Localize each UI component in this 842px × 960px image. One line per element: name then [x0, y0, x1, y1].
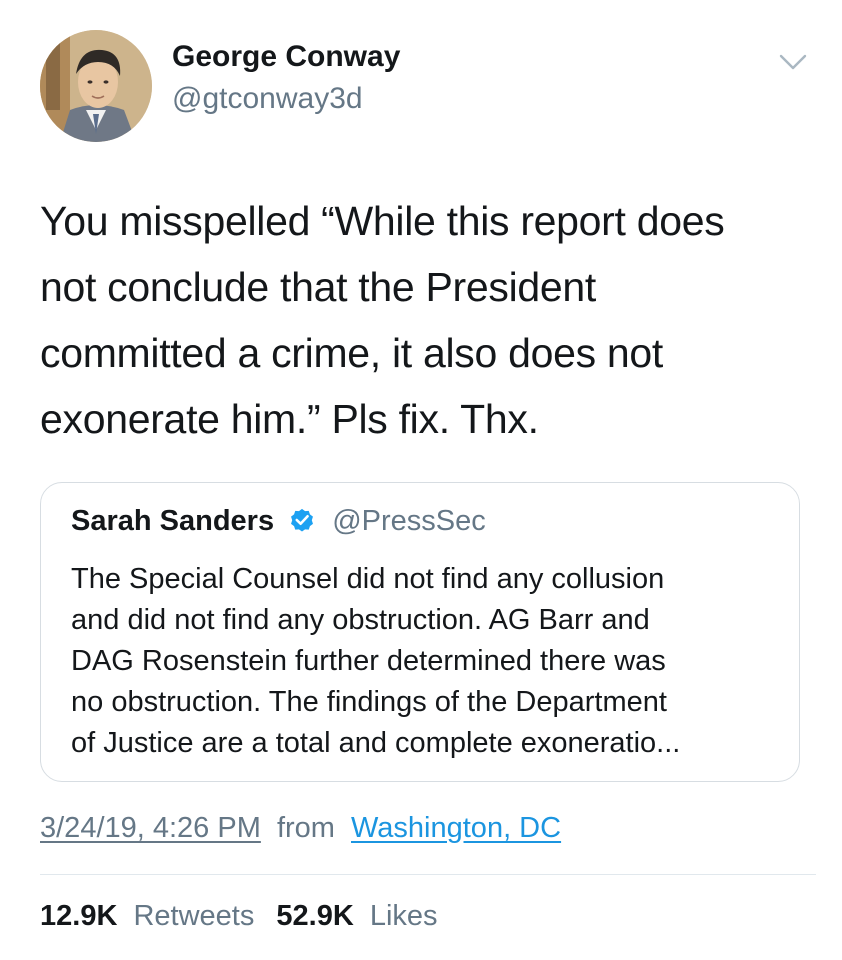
retweets-label: Retweets	[133, 900, 255, 932]
quoted-text-line: and did not find any obstruction. AG Bar…	[71, 604, 650, 636]
tweet-text: You misspelled “While this report does n…	[40, 188, 820, 452]
tweet-stats: 12.9K Retweets 52.9K Likes	[40, 900, 452, 933]
quoted-text-line: of Justice are a total and complete exon…	[71, 727, 681, 759]
quoted-text-line: The Special Counsel did not find any col…	[71, 563, 665, 595]
quoted-text-line: no obstruction. The findings of the Depa…	[71, 686, 667, 718]
likes-count: 52.9K	[276, 900, 354, 932]
divider	[40, 874, 816, 875]
chevron-down-icon[interactable]	[778, 50, 808, 74]
tweet-text-line: committed a crime, it also does not	[40, 330, 663, 376]
likes-label: Likes	[369, 900, 438, 932]
location-link[interactable]: Washington, DC	[351, 812, 561, 844]
quoted-author-name: Sarah Sanders	[71, 505, 275, 537]
quoted-tweet[interactable]: Sarah Sanders @PressSec The Special Coun…	[40, 482, 800, 782]
retweets-stat[interactable]: 12.9K Retweets	[40, 900, 276, 932]
tweet-text-line: You misspelled “While this report does	[40, 198, 725, 244]
tweet-detail: George Conway @gtconway3d You misspelled…	[0, 0, 842, 960]
author-handle[interactable]: @gtconway3d	[172, 82, 363, 116]
from-label: from	[276, 812, 335, 844]
tweet-timestamp-link[interactable]: 3/24/19, 4:26 PM	[40, 812, 261, 844]
author-avatar[interactable]	[40, 30, 152, 142]
author-name[interactable]: George Conway	[172, 40, 400, 74]
tweet-meta: 3/24/19, 4:26 PM from Washington, DC	[40, 812, 561, 845]
verified-badge-icon	[291, 508, 314, 532]
quoted-tweet-header: Sarah Sanders @PressSec	[71, 505, 486, 538]
tweet-text-line: exonerate him.” Pls fix. Thx.	[40, 396, 539, 442]
retweets-count: 12.9K	[40, 900, 118, 932]
likes-stat[interactable]: 52.9K Likes	[276, 900, 451, 932]
quoted-text-line: DAG Rosenstein further determined there …	[71, 645, 666, 677]
quoted-tweet-text: The Special Counsel did not find any col…	[71, 559, 791, 764]
profile-avatar-illustration-icon	[40, 30, 152, 142]
quoted-author-handle: @PressSec	[332, 505, 486, 537]
tweet-text-line: not conclude that the President	[40, 264, 596, 310]
